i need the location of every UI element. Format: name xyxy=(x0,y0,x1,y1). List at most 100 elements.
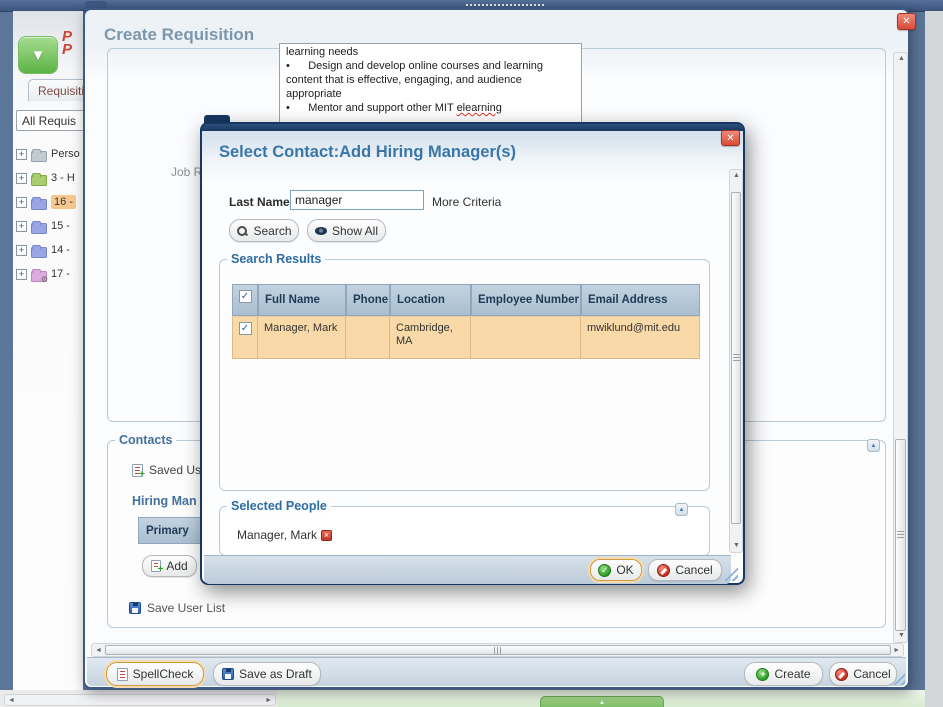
job-description-line: • Design and develop online courses and … xyxy=(286,59,575,73)
tree-item-17[interactable]: + ⚙ 17 - xyxy=(16,265,70,283)
tree-item-15[interactable]: + 15 - xyxy=(16,217,70,235)
cell-full-name: Manager, Mark xyxy=(258,316,346,359)
add-button[interactable]: + Add xyxy=(142,555,197,577)
row-checkbox[interactable]: ✓ xyxy=(239,322,252,335)
tree-item-personal[interactable]: + Perso xyxy=(16,145,80,163)
application-window: ▼ P P Requisiti All Requis + Perso + 3 -… xyxy=(0,0,943,707)
column-header-full-name: Full Name xyxy=(258,284,346,316)
dialog-vertical-scrollbar[interactable]: ▲ ▼ xyxy=(893,52,908,643)
create-label: Create xyxy=(774,667,810,681)
save-user-list-link[interactable]: Save User List xyxy=(129,601,225,615)
app-logo-arrow-icon: ▼ xyxy=(31,47,46,64)
scroll-up-icon[interactable]: ▲ xyxy=(733,172,740,180)
cancel-slash-icon xyxy=(835,668,848,681)
create-button[interactable]: + Create xyxy=(744,662,823,686)
cancel-slash-icon xyxy=(657,564,670,577)
tree-item-16[interactable]: + 16 - xyxy=(16,193,76,211)
row-select-cell: ✓ xyxy=(232,316,258,359)
modal-cancel-button[interactable]: Cancel xyxy=(648,559,722,581)
select-all-checkbox[interactable]: ✓ xyxy=(239,290,252,303)
search-icon xyxy=(236,225,248,237)
collapse-contacts-button[interactable]: ▲ xyxy=(867,439,880,452)
gear-icon: ⚙ xyxy=(41,276,48,284)
job-description-line: appropriate xyxy=(286,87,575,101)
scroll-right-icon[interactable]: ► xyxy=(265,697,272,705)
column-header-employee-number: Employee Number xyxy=(471,284,581,316)
scroll-down-icon[interactable]: ▼ xyxy=(733,542,740,550)
modal-vertical-scrollbar[interactable]: ▲ ▼ xyxy=(729,169,743,553)
expand-icon[interactable]: + xyxy=(16,245,27,256)
cancel-button[interactable]: Cancel xyxy=(829,662,897,686)
save-as-draft-button[interactable]: Save as Draft xyxy=(213,662,321,686)
page-horizontal-scrollbar[interactable]: ◄ ► xyxy=(4,694,276,706)
tab-requisitions[interactable]: Requisiti xyxy=(28,79,90,101)
scroll-left-icon[interactable]: ◄ xyxy=(95,647,102,655)
table-row[interactable]: ✓ Manager, Mark Cambridge, MA mwiklund@m… xyxy=(232,316,700,359)
folder-icon xyxy=(31,199,47,210)
search-results-legend: Search Results xyxy=(227,252,325,266)
spellcheck-button[interactable]: SpellCheck xyxy=(106,662,204,686)
expand-icon[interactable]: + xyxy=(16,221,27,232)
modal-top-bar xyxy=(202,124,743,131)
close-button[interactable]: ✕ xyxy=(897,13,916,30)
scroll-up-icon[interactable]: ▲ xyxy=(898,55,905,63)
modal-close-button[interactable]: ✕ xyxy=(721,130,740,146)
expand-icon[interactable]: + xyxy=(16,173,27,184)
tree-item-14[interactable]: + 14 - xyxy=(16,241,70,259)
cell-employee-number xyxy=(471,316,581,359)
last-name-input[interactable] xyxy=(290,190,424,210)
show-all-button[interactable]: Show All xyxy=(307,219,386,242)
bottom-panel-expander-tab[interactable]: ▲ xyxy=(540,696,664,707)
saved-user-list-link[interactable]: + Saved Us xyxy=(132,463,201,477)
tree-item-label: 17 - xyxy=(51,268,70,280)
collapse-selected-people-button[interactable]: ▲ xyxy=(675,503,688,516)
expand-icon[interactable]: + xyxy=(16,197,27,208)
ok-label: OK xyxy=(616,563,633,577)
scrollbar-thumb[interactable] xyxy=(895,439,906,631)
folder-icon: ⚙ xyxy=(31,271,47,282)
tab-requisitions-label: Requisiti xyxy=(38,84,84,98)
misspelled-word: elearning xyxy=(457,102,502,114)
scroll-left-icon[interactable]: ◄ xyxy=(8,697,15,705)
column-header-location: Location xyxy=(390,284,471,316)
dialog-horizontal-scrollbar[interactable]: ◄ ► xyxy=(91,643,904,657)
folder-icon xyxy=(31,175,47,186)
job-field-label: Job R xyxy=(171,165,202,179)
spellcheck-icon xyxy=(117,668,128,681)
tree-item-label: 14 - xyxy=(51,244,70,256)
search-button[interactable]: Search xyxy=(229,219,299,242)
job-description-textarea[interactable]: learning needs • Design and develop onli… xyxy=(279,43,582,132)
more-criteria-link[interactable]: More Criteria xyxy=(432,195,501,209)
scroll-down-icon[interactable]: ▼ xyxy=(898,632,905,640)
column-header-email: Email Address xyxy=(581,284,700,316)
header-select-cell: ✓ xyxy=(232,284,258,316)
sidebar: ▼ P P Requisiti All Requis + Perso + 3 -… xyxy=(13,11,83,690)
job-description-line: • Mentor and support other MIT elearning xyxy=(286,101,575,115)
expand-icon[interactable]: + xyxy=(16,149,27,160)
scrollbar-thumb[interactable] xyxy=(105,645,891,655)
search-label: Search xyxy=(253,224,291,238)
scrollbar-thumb[interactable] xyxy=(731,192,741,524)
selected-people-legend: Selected People xyxy=(227,499,331,513)
brand-logo-fragment: P P xyxy=(62,30,72,56)
remove-person-button[interactable]: × xyxy=(321,530,332,541)
save-as-draft-label: Save as Draft xyxy=(239,667,312,681)
tree-item-3[interactable]: + 3 - H xyxy=(16,169,75,187)
cancel-label: Cancel xyxy=(853,667,890,681)
tree-item-label: 15 - xyxy=(51,220,70,232)
cell-location: Cambridge, MA xyxy=(390,316,471,359)
last-name-label: Last Name: xyxy=(229,195,294,209)
bottom-panel-strip: ▲ xyxy=(278,690,925,707)
hiring-managers-heading: Hiring Man xyxy=(132,494,197,508)
results-table: ✓ Full Name Phone Location Employee Numb… xyxy=(232,284,700,359)
tree-item-label-selected: 16 - xyxy=(51,195,76,209)
expand-icon[interactable]: + xyxy=(16,269,27,280)
page-bottom-strip: ◄ ► xyxy=(0,690,280,707)
scroll-right-icon[interactable]: ► xyxy=(893,647,900,655)
create-plus-icon: + xyxy=(756,668,769,681)
primary-column-header: Primary xyxy=(138,517,202,544)
folder-icon xyxy=(31,247,47,258)
save-user-list-label: Save User List xyxy=(147,601,225,615)
ok-button[interactable]: ✓ OK xyxy=(590,559,642,581)
requisition-filter-select[interactable]: All Requis xyxy=(16,110,86,131)
